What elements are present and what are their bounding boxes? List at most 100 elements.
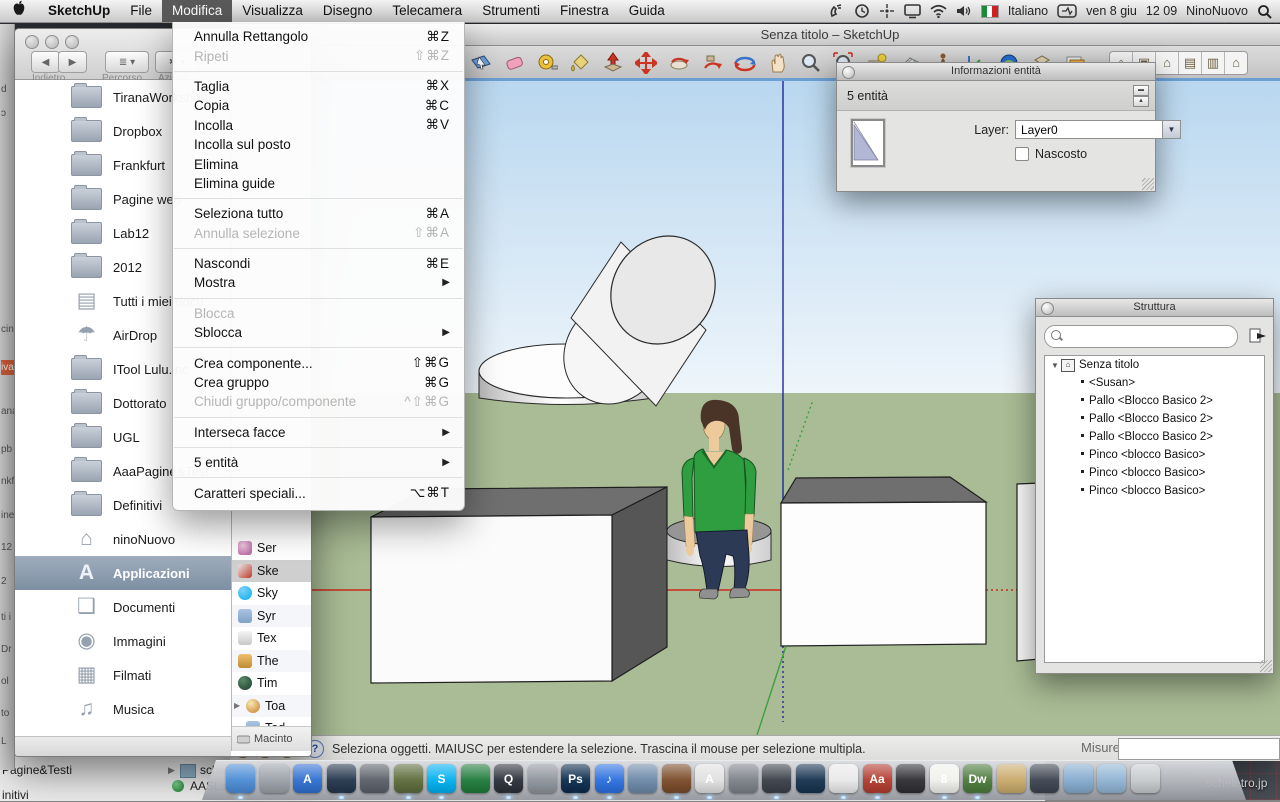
dock-icon-installer[interactable] bbox=[729, 764, 758, 793]
rotate-tool-button[interactable] bbox=[666, 50, 692, 76]
dock-icon-photos[interactable] bbox=[360, 764, 389, 793]
close-icon[interactable] bbox=[842, 66, 855, 79]
user-menu[interactable]: NinoNuovo bbox=[1186, 4, 1248, 18]
sidebar-item-immagini[interactable]: ◉Immagini bbox=[15, 624, 231, 658]
minimize-icon[interactable] bbox=[45, 35, 59, 49]
disclosure-triangle-icon[interactable]: ▶ bbox=[168, 765, 175, 776]
sidebar-item-musica[interactable]: ♫Musica bbox=[15, 692, 231, 726]
tree-row[interactable]: Pallo <Blocco Basico 2> bbox=[1045, 410, 1264, 428]
close-icon[interactable] bbox=[1041, 302, 1054, 315]
menu-bar-date[interactable]: ven 8 giu bbox=[1086, 4, 1137, 18]
tree-root-row[interactable]: ▼ ⌂ Senza titolo bbox=[1045, 356, 1264, 374]
eraser-tool-button[interactable] bbox=[501, 50, 527, 76]
dock-icon-textedit[interactable] bbox=[829, 764, 858, 793]
menu-item-5-entita[interactable]: 5 entità▶ bbox=[173, 453, 464, 472]
dock-icon-acrobat-reader[interactable]: A bbox=[695, 764, 724, 793]
tree-row[interactable]: Pinco <blocco Basico> bbox=[1045, 464, 1264, 482]
measurements-input[interactable] bbox=[1118, 738, 1280, 760]
menu-item-nascondi[interactable]: Nascondi⌘E bbox=[173, 254, 464, 273]
switcher-icon[interactable] bbox=[1057, 4, 1077, 18]
sidebar-item-filmati[interactable]: ▦Filmati bbox=[15, 658, 231, 692]
dock-icon-iphoto[interactable] bbox=[762, 764, 791, 793]
list-item[interactable]: Syr bbox=[232, 605, 312, 628]
hidden-checkbox[interactable] bbox=[1015, 147, 1029, 161]
sidebar-item-applicazioni[interactable]: AApplicazioni bbox=[15, 556, 231, 590]
search-input[interactable] bbox=[1065, 327, 1229, 346]
dock-icon-documents-folder[interactable] bbox=[1064, 764, 1093, 793]
dock-icon-calendar[interactable]: 8 bbox=[930, 764, 959, 793]
wifi-icon[interactable] bbox=[930, 4, 947, 18]
dock-icon-maps[interactable] bbox=[796, 764, 825, 793]
dock-icon-app-store[interactable]: A bbox=[293, 764, 322, 793]
display-icon[interactable] bbox=[904, 3, 921, 19]
dock-icon-dreamweaver[interactable]: Dw bbox=[963, 764, 992, 793]
sidebar-item-ninonuovo[interactable]: ⌂ninoNuovo bbox=[15, 522, 231, 556]
select-tool-button[interactable] bbox=[468, 50, 494, 76]
dock-icon-game[interactable] bbox=[394, 764, 423, 793]
menu-bar-clock[interactable]: 12 09 bbox=[1146, 4, 1177, 18]
large-box-right[interactable] bbox=[781, 477, 986, 646]
time-machine-icon[interactable] bbox=[854, 3, 870, 19]
list-item[interactable]: Tim bbox=[232, 672, 312, 695]
menu-item-seleziona-tutto[interactable]: Seleziona tutto⌘A bbox=[173, 204, 464, 223]
outliner-search-field[interactable] bbox=[1044, 325, 1238, 348]
tree-row[interactable]: Pinco <blocco Basico> bbox=[1045, 482, 1264, 500]
dock-icon-contacts[interactable] bbox=[997, 764, 1026, 793]
menu-finestra[interactable]: Finestra bbox=[550, 0, 619, 22]
disclosure-triangle-icon[interactable]: ▼ bbox=[1051, 361, 1061, 370]
spotlight-icon[interactable] bbox=[1257, 4, 1272, 19]
menu-item-mostra[interactable]: Mostra▶ bbox=[173, 273, 464, 292]
menu-item-taglia[interactable]: Taglia⌘X bbox=[173, 77, 464, 96]
volume-icon[interactable] bbox=[956, 4, 972, 18]
orbit-tool-button[interactable] bbox=[732, 50, 758, 76]
pan-tool-button[interactable] bbox=[765, 50, 791, 76]
menu-item-elimina[interactable]: Elimina bbox=[173, 154, 464, 173]
collapse-widget[interactable]: ▬▲ bbox=[1133, 85, 1147, 105]
dock-icon-ink[interactable] bbox=[896, 764, 925, 793]
apple-menu[interactable] bbox=[0, 0, 38, 22]
zoom-icon[interactable] bbox=[65, 35, 79, 49]
menu-item-sblocca[interactable]: Sblocca▶ bbox=[173, 323, 464, 342]
menu-item-crea-gruppo[interactable]: Crea gruppo⌘G bbox=[173, 373, 464, 392]
input-language-label[interactable]: Italiano bbox=[1008, 4, 1048, 18]
dock-icon-trash[interactable] bbox=[1131, 764, 1160, 793]
menu-item-annulla-rettangolo[interactable]: Annulla Rettangolo⌘Z bbox=[173, 27, 464, 46]
back-button[interactable]: ◀ bbox=[31, 51, 60, 73]
view-back-button[interactable]: ▥ bbox=[1202, 52, 1225, 74]
list-item[interactable]: ▶Toa bbox=[232, 695, 312, 718]
menu-strumenti[interactable]: Strumenti bbox=[472, 0, 550, 22]
tree-row[interactable]: <Susan> bbox=[1045, 374, 1264, 392]
dock-icon-skype[interactable]: S bbox=[427, 764, 456, 793]
list-item[interactable]: Sky bbox=[232, 582, 312, 605]
dock-icon-finder[interactable] bbox=[226, 764, 255, 793]
view-front-button[interactable]: ⌂ bbox=[1156, 52, 1179, 74]
crosshair-icon[interactable] bbox=[879, 3, 895, 19]
dock-icon-safari[interactable] bbox=[327, 764, 356, 793]
resize-grip[interactable] bbox=[1142, 178, 1154, 190]
dock-icon-system-preferences[interactable] bbox=[260, 764, 289, 793]
italian-flag-icon[interactable] bbox=[981, 5, 999, 18]
menu-item-interseca-facce[interactable]: Interseca facce▶ bbox=[173, 423, 464, 442]
list-item[interactable]: Ser bbox=[232, 537, 312, 560]
paint-bucket-tool-button[interactable] bbox=[567, 50, 593, 76]
menu-guida[interactable]: Guida bbox=[619, 0, 675, 22]
disclosure-triangle-icon[interactable]: ▶ bbox=[234, 701, 241, 710]
list-item[interactable]: Tex bbox=[232, 627, 312, 650]
dock-icon-launchpad[interactable] bbox=[528, 764, 557, 793]
push-pull-tool-button[interactable] bbox=[600, 50, 626, 76]
layer-dropdown[interactable]: Layer0 ▼ bbox=[1015, 120, 1181, 139]
close-icon[interactable] bbox=[25, 35, 39, 49]
dock-icon-itunes[interactable]: ♪ bbox=[595, 764, 624, 793]
zoom-tool-button[interactable] bbox=[798, 50, 824, 76]
chevron-down-icon[interactable]: ▼ bbox=[1162, 121, 1180, 138]
menu-file[interactable]: File bbox=[120, 0, 162, 22]
view-right-button[interactable]: ▤ bbox=[1179, 52, 1202, 74]
sidebar-item-documenti[interactable]: ❑Documenti bbox=[15, 590, 231, 624]
dock-icon-downloads-folder[interactable] bbox=[1097, 764, 1126, 793]
list-item-selected[interactable]: Ske bbox=[232, 560, 312, 583]
menu-item-caratteri-speciali[interactable]: Caratteri speciali...⌥⌘T bbox=[173, 483, 464, 502]
details-filter-icon[interactable] bbox=[1249, 326, 1267, 344]
entity-info-title-bar[interactable]: Informazioni entità bbox=[837, 63, 1155, 81]
tree-row[interactable]: Pinco <blocco Basico> bbox=[1045, 446, 1264, 464]
outliner-title-bar[interactable]: Struttura bbox=[1036, 299, 1273, 317]
